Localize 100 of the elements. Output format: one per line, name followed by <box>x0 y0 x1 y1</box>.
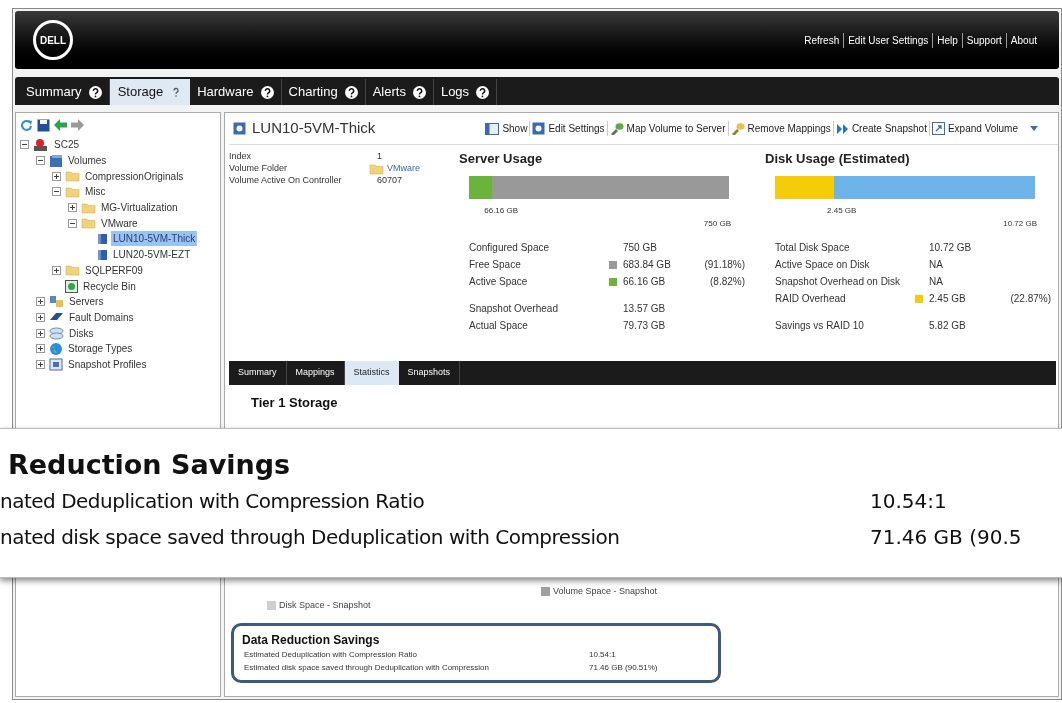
stat-value: 5.82 GB <box>929 319 967 333</box>
expand-icon[interactable] <box>36 312 45 322</box>
tree-item[interactable]: Volumes <box>66 153 109 169</box>
collapse-icon[interactable] <box>52 187 61 197</box>
tree-item[interactable]: LUN10-5VM-Thick <box>111 231 198 247</box>
stat-label: Active Space <box>469 275 529 289</box>
folder-icon <box>81 217 96 230</box>
toolbar-button[interactable]: Remove Mappings <box>727 121 833 136</box>
header-link[interactable]: About <box>1005 32 1041 48</box>
property-label: Volume Active On Controller <box>229 174 343 188</box>
tree-item[interactable]: Misc <box>83 184 108 200</box>
tab[interactable]: Charting <box>281 79 366 105</box>
stat-label: Configured Space <box>469 241 551 255</box>
header-link[interactable]: Refresh <box>800 32 844 48</box>
expand-icon[interactable] <box>36 344 45 354</box>
help-icon[interactable] <box>260 85 274 99</box>
stat-label: Savings vs RAID 10 <box>775 319 865 333</box>
expand-icon[interactable] <box>52 265 61 275</box>
tab[interactable]: Summary <box>229 361 287 385</box>
forward-arrow-icon[interactable] <box>71 119 84 131</box>
folder-icon <box>65 170 80 183</box>
help-icon[interactable] <box>476 85 490 99</box>
tab[interactable]: Mappings <box>286 361 345 385</box>
tree-item[interactable]: Fault Domains <box>67 309 136 325</box>
legend-label: Disk Space - Snapshot <box>279 598 371 612</box>
logo: DELL <box>33 20 73 60</box>
tree-item[interactable]: SC25 <box>52 137 81 153</box>
volume-icon <box>97 248 108 261</box>
tree-item[interactable]: SQLPERF09 <box>83 262 145 278</box>
stat-value: 66.16 GB <box>623 275 667 289</box>
folder-icon <box>65 185 80 198</box>
stat-value: 13.57 GB <box>623 302 667 316</box>
stat-value: NA <box>929 258 944 272</box>
dropdown-caret-icon[interactable] <box>1030 126 1038 131</box>
tab[interactable]: Hardware <box>190 79 282 105</box>
volume-title: LUN10-5VM-Thick <box>252 118 376 139</box>
expand-icon[interactable] <box>68 203 77 213</box>
stat-label: Estimated disk space saved through Deduplication with Compression <box>244 662 490 674</box>
stat-value: 79.73 GB <box>623 319 667 333</box>
tab[interactable]: Alerts <box>365 79 434 105</box>
stat-label: Active Space on Disk <box>775 258 871 272</box>
toolbar-button[interactable]: Expand Volume <box>928 121 1020 136</box>
expand-icon[interactable] <box>36 297 45 307</box>
tree-item[interactable]: Storage Types <box>66 341 135 357</box>
expand-icon[interactable] <box>36 359 45 369</box>
property-value: 1 <box>377 150 382 164</box>
tree-item[interactable]: VMware <box>99 215 140 231</box>
help-icon[interactable] <box>412 85 426 99</box>
help-icon[interactable] <box>88 85 102 99</box>
toolbar-button[interactable]: Show <box>483 121 530 136</box>
tree-item[interactable]: LUN20-5VM-EZT <box>111 247 193 263</box>
toolbar-button[interactable]: Edit Settings <box>529 121 607 136</box>
stat-value: 750 GB <box>623 241 658 255</box>
tab[interactable]: Snapshots <box>398 361 461 385</box>
save-icon[interactable] <box>37 118 50 132</box>
collapse-icon[interactable] <box>68 218 77 228</box>
recycle-bin-icon <box>65 279 78 293</box>
tree-item[interactable]: MG-Virtualization <box>99 200 180 216</box>
refresh-icon[interactable] <box>20 118 33 132</box>
stat-label: RAID Overhead <box>775 292 847 306</box>
back-arrow-icon[interactable] <box>54 119 67 131</box>
stat-label: Snapshot Overhead on Disk <box>775 275 902 289</box>
volume-icon <box>97 232 108 245</box>
tree-item[interactable]: Recycle Bin <box>81 278 138 294</box>
tab[interactable]: Statistics <box>344 361 399 385</box>
stat-value: 10.54:1 <box>589 649 616 661</box>
header-link[interactable]: Support <box>961 32 1006 48</box>
tab[interactable]: Summary <box>19 79 110 105</box>
stat-value: 2.45 GB <box>929 292 967 306</box>
header-link[interactable]: Help <box>932 32 962 48</box>
toolbar-button[interactable]: Map Volume to Server <box>606 121 728 136</box>
tree-item[interactable]: Snapshot Profiles <box>66 356 149 372</box>
tab[interactable]: Logs <box>433 79 498 105</box>
bar-maximum: 750 GB <box>703 218 731 230</box>
plug-icon <box>609 122 624 135</box>
section-title: Tier 1 Storage <box>251 394 339 412</box>
stat-value: 683.84 GB <box>623 258 672 272</box>
folder-link[interactable]: VMware <box>387 162 420 176</box>
expand-icon[interactable] <box>52 171 61 181</box>
tree-item[interactable]: Disks <box>67 325 96 341</box>
tree-item[interactable]: Servers <box>67 294 106 310</box>
tree-item[interactable]: CompressionOriginals <box>83 168 186 184</box>
folder-icon <box>81 201 96 214</box>
header-link[interactable]: Edit User Settings <box>843 32 933 48</box>
plug-icon <box>730 122 745 135</box>
bar-value: 66.16 GB <box>484 205 519 217</box>
folder-icon <box>65 264 80 277</box>
section-title: Data Reduction Savings <box>242 631 381 649</box>
section-title: Disk Usage (Estimated) <box>765 150 911 168</box>
toolbar-button[interactable]: Create Snapshot <box>832 121 929 136</box>
stat-percent: (22.87%) <box>1009 292 1051 306</box>
stat-label: Estimated Deduplication with Compression Ratio <box>244 649 418 661</box>
collapse-icon[interactable] <box>20 140 29 150</box>
snapshot-profiles-icon <box>49 357 63 371</box>
stat-percent: (91.18%) <box>703 258 745 272</box>
expand-icon[interactable] <box>36 328 45 338</box>
help-icon[interactable] <box>344 85 358 99</box>
tab[interactable]: Storage <box>109 79 191 105</box>
servers-icon <box>49 295 64 309</box>
collapse-icon[interactable] <box>36 156 45 166</box>
